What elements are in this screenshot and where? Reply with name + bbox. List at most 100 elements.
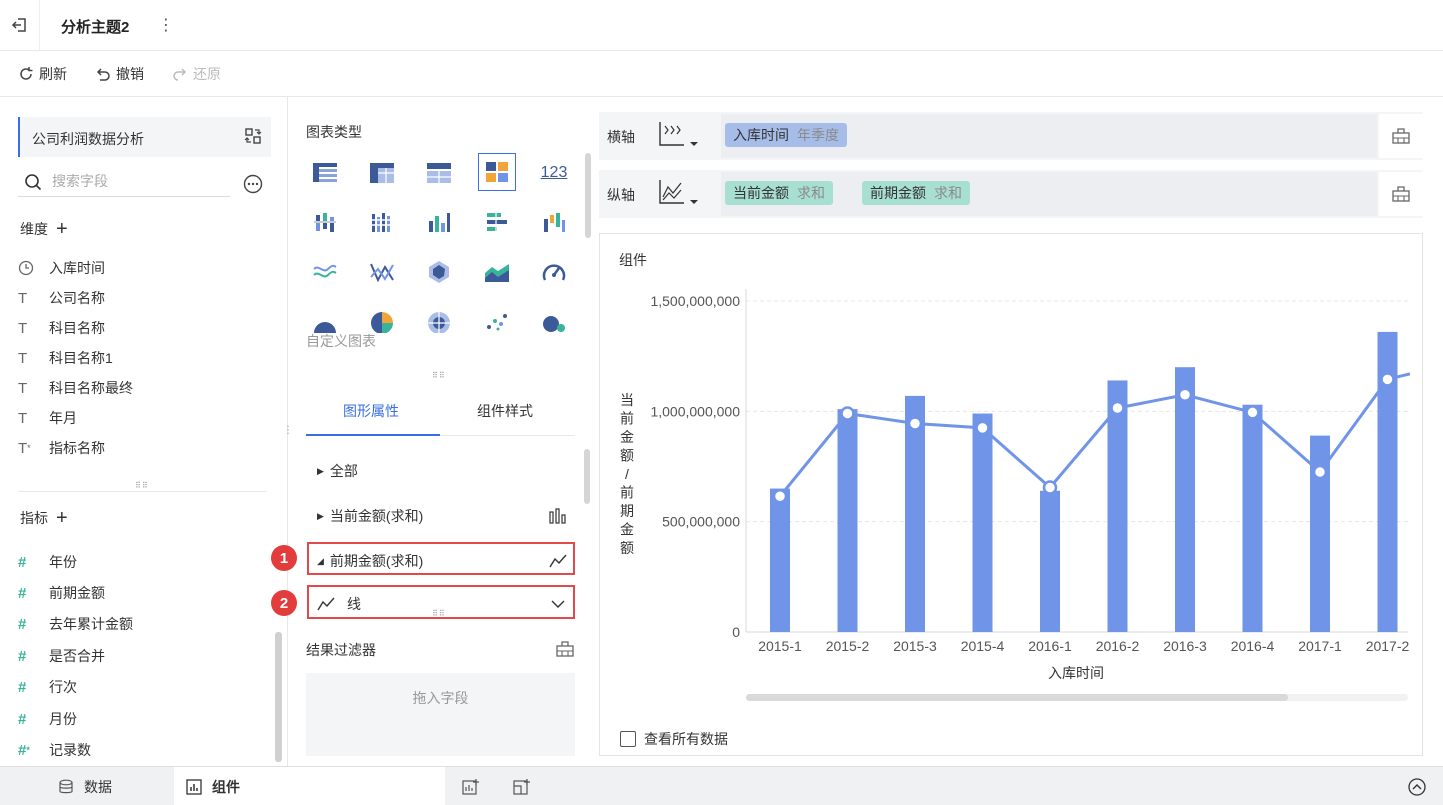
dataset-selector[interactable]: 公司利润数据分析 [18,117,271,157]
prop-previous-row[interactable]: ◢ 前期金额(求和) [317,551,567,571]
metric-item[interactable]: # 前期金额 [18,581,105,605]
y-field-pill[interactable]: 当前金额 求和 [725,181,833,205]
chevron-down-icon [551,599,565,609]
add-metric-icon[interactable]: + [56,508,68,528]
waterfall-chart-icon[interactable] [535,203,573,241]
y-field-pill[interactable]: 前期金额 求和 [862,181,970,205]
gauge-icon[interactable] [535,253,573,291]
resize-handle[interactable]: ⠿⠿ [135,481,149,490]
hash-icon: # [18,615,27,633]
horizontal-scrollbar-thumb[interactable] [746,694,1288,701]
x-tick-label: 2015-1 [758,638,802,654]
y-axis-label: 纵轴 [607,187,635,203]
x-tick-label: 2017-1 [1298,638,1342,654]
hash-icon: # [18,584,27,602]
metric-label: 去年累计金额 [49,616,133,632]
field-panel: 公司利润数据分析 维度 + 入库时间 T 公司名称 T 科目名称 T 科目名称1… [0,97,288,766]
redo-button[interactable]: 还原 [172,64,221,84]
scatter-chart-icon[interactable] [478,303,516,341]
add-dimension-icon[interactable]: + [56,219,68,239]
switch-dataset-icon[interactable] [244,127,262,145]
dimension-item[interactable]: T 科目名称最终 [18,376,133,400]
prop-previous-label: 前期金额(求和) [329,553,424,569]
dimension-item[interactable]: 入库时间 [18,256,105,280]
y-axis-settings-icon[interactable] [1379,172,1423,216]
y-axis-type-icon[interactable] [657,179,699,205]
bar-chart-icon [549,508,567,524]
chevron-up-circle-icon [1408,777,1426,796]
data-tab[interactable]: 数据 [58,767,112,805]
metric-item[interactable]: # 去年累计金额 [18,612,133,636]
bar [837,409,858,632]
tab-graphic-properties[interactable]: 图形属性 [343,401,399,421]
metric-item[interactable]: # 行次 [18,675,77,699]
dimension-item[interactable]: T 科目名称 [18,316,105,340]
multi-bar-icon[interactable] [363,203,401,241]
x-field-pill[interactable]: 入库时间 年季度 [725,123,847,147]
prop-current-row[interactable]: ▶ 当前金额(求和) [317,506,567,526]
metric-item[interactable]: # 月份 [18,707,77,731]
detail-table-icon[interactable] [420,154,458,192]
y-axis-drop-zone[interactable]: 当前金额 求和 前期金额 求和 [721,172,1377,216]
refresh-button[interactable]: 刷新 [18,64,67,84]
filter-drop-zone[interactable]: 拖入字段 [306,673,575,756]
bubble-chart-icon[interactable] [535,303,573,341]
dimension-item[interactable]: T 公司名称 [18,286,105,310]
x-axis-drop-zone[interactable]: 入库时间 年季度 [721,114,1377,158]
column-chart-icon[interactable] [420,203,458,241]
property-scrollbar[interactable] [584,449,590,504]
dimension-item[interactable]: T * 指标名称 [18,436,105,460]
dimension-label: 科目名称最终 [49,380,133,396]
hash-icon: # [18,647,27,665]
metric-item[interactable]: # 是否合并 [18,644,105,668]
stream-line-icon[interactable] [306,253,344,291]
add-dashboard-button[interactable] [513,767,531,805]
add-component-button[interactable] [462,767,480,805]
prop-all-row[interactable]: ▶ 全部 [317,461,358,481]
component-tab[interactable]: 组件 [174,767,445,805]
metric-item[interactable]: # * 记录数 [18,738,91,762]
dimension-item[interactable]: T 科目名称1 [18,346,113,370]
scrollbar[interactable] [275,632,282,762]
line-point [907,416,923,431]
x-axis-settings-icon[interactable] [1379,114,1423,158]
more-options-icon[interactable] [243,174,263,194]
chart-type-title: 图表类型 [306,124,362,140]
undo-button[interactable]: 撤销 [95,64,144,84]
checkbox-box[interactable] [620,731,636,747]
show-all-data-checkbox[interactable]: 查看所有数据 [620,729,728,749]
grouped-bar-icon[interactable] [306,203,344,241]
show-all-label: 查看所有数据 [644,731,728,747]
tab-component-style[interactable]: 组件样式 [477,401,533,421]
metric-item[interactable]: # 年份 [18,550,77,574]
more-vertical-icon[interactable]: ⋮ [158,14,174,36]
caret-right-icon: ▶ [317,510,324,521]
search-field-input[interactable] [52,173,222,189]
filter-settings-icon[interactable] [555,640,575,658]
resize-handle[interactable]: ⠿⠿ [432,371,446,380]
data-tab-label: 数据 [84,778,112,795]
chart-type-scrollbar[interactable] [585,153,591,238]
undo-label: 撤销 [116,66,144,82]
table-icon[interactable] [306,154,344,192]
line-point [1380,372,1395,387]
metrics-header: 指标 + [20,508,68,528]
rose-chart-icon[interactable] [420,303,458,341]
horizontal-bar-icon[interactable] [478,203,516,241]
exit-icon[interactable] [0,0,40,50]
chart-component-icon [186,778,202,795]
radar-chart-icon[interactable] [420,253,458,291]
line-chart-icon[interactable] [363,253,401,291]
crosstab-icon[interactable] [363,154,401,192]
x-axis-type-icon[interactable] [657,121,699,147]
combo-chart-icon[interactable] [478,153,516,191]
dimension-item[interactable]: T 年月 [18,406,77,430]
metric-label: 是否合并 [49,648,105,664]
area-chart-icon[interactable] [478,253,516,291]
clock-icon [18,260,40,276]
resize-handle[interactable]: ⠿⠿ [432,609,446,618]
custom-chart-link[interactable]: 自定义图表 [306,331,376,351]
step-badge-1: 1 [271,545,297,571]
collapse-button[interactable] [1408,767,1426,805]
kpi-number-icon[interactable]: 123 [535,154,573,192]
